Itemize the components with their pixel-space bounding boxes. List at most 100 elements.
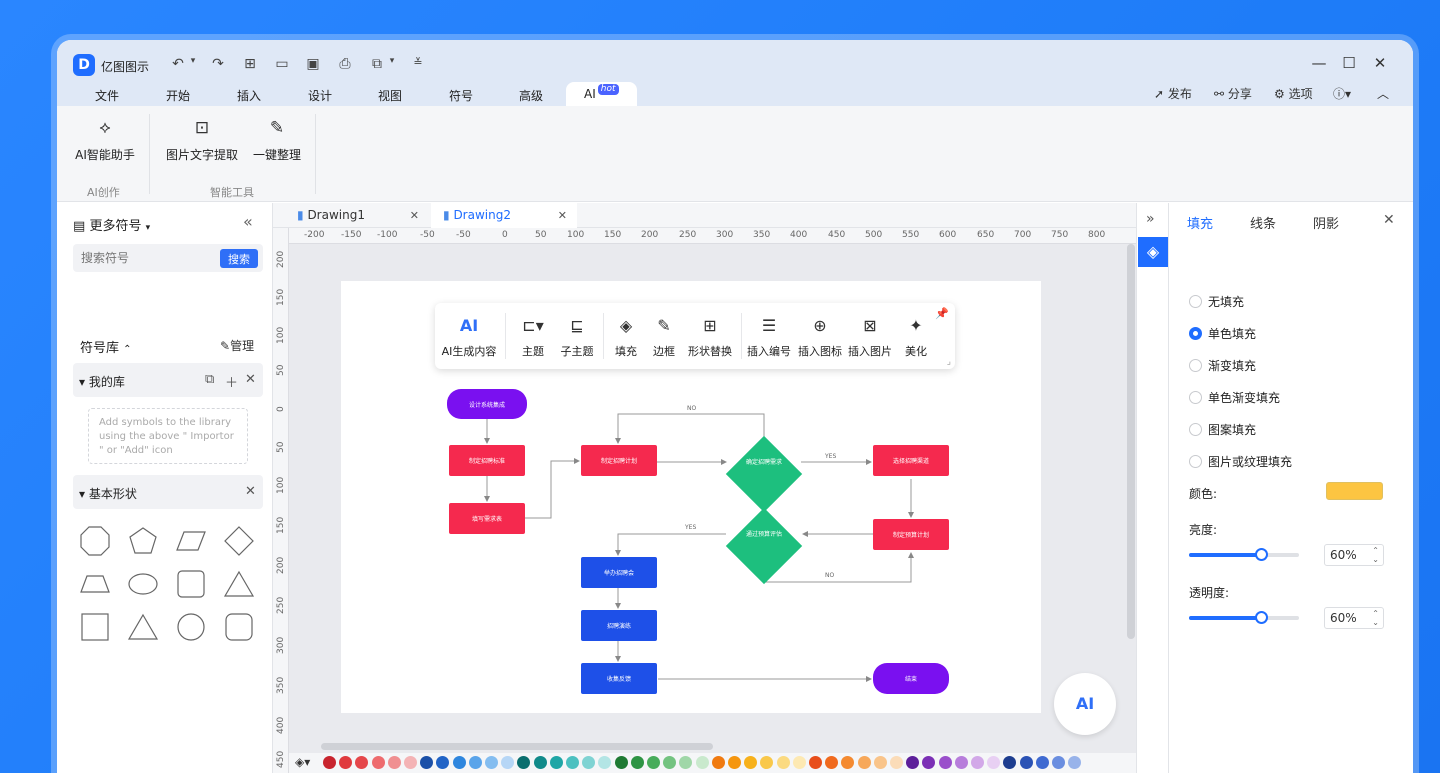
color-swatch[interactable] <box>695 756 709 769</box>
open-icon[interactable]: ▭ <box>273 56 291 72</box>
color-swatch[interactable] <box>517 756 531 769</box>
color-swatch[interactable] <box>873 756 887 769</box>
add-icon[interactable]: ＋ <box>225 372 238 391</box>
color-swatch[interactable] <box>760 756 774 769</box>
circle-shape[interactable] <box>175 611 207 643</box>
close-icon[interactable]: ✕ <box>1370 54 1390 72</box>
color-swatch[interactable] <box>1019 756 1033 769</box>
color-swatch[interactable] <box>614 756 628 769</box>
color-swatch[interactable] <box>1035 756 1049 769</box>
manage-button[interactable]: ✎管理 <box>220 337 254 354</box>
color-picker[interactable] <box>1326 482 1383 500</box>
theme-button[interactable]: ⊏▾ 主题 <box>515 315 551 359</box>
tab-drawing2[interactable]: ▮ Drawing2 ✕ <box>431 203 577 228</box>
color-swatch[interactable] <box>630 756 644 769</box>
slider-handle[interactable] <box>1255 611 1268 624</box>
color-swatch[interactable] <box>468 756 482 769</box>
menu-symbol[interactable]: 符号 <box>449 87 473 104</box>
flow-node[interactable]: 招聘演练 <box>581 610 657 641</box>
color-swatch[interactable] <box>711 756 725 769</box>
help-button[interactable]: ⓘ▾ <box>1333 85 1351 102</box>
close-icon[interactable]: ✕ <box>1383 212 1395 228</box>
import-icon[interactable]: ⧉ <box>205 372 214 387</box>
color-swatch[interactable] <box>452 756 466 769</box>
color-swatch[interactable] <box>809 756 822 769</box>
flow-node-end[interactable]: 结束 <box>873 663 949 694</box>
opacity-input[interactable]: 60% ⌃ ⌄ <box>1324 607 1384 629</box>
flow-node[interactable]: 制定招聘标准 <box>449 445 525 476</box>
ai-assistant-bubble[interactable]: AI <box>1054 673 1116 735</box>
color-swatch[interactable] <box>355 756 369 769</box>
collapse-ribbon-icon[interactable]: ︿ <box>1377 85 1389 102</box>
fill-panel-icon[interactable]: ◈ <box>1138 237 1168 267</box>
pin-icon[interactable]: 📌 <box>935 307 949 320</box>
color-swatch[interactable] <box>566 756 579 769</box>
color-swatch[interactable] <box>679 756 693 769</box>
menu-start[interactable]: 开始 <box>166 87 190 104</box>
tab-fill[interactable]: 填充 <box>1187 213 1213 232</box>
color-swatch[interactable] <box>792 756 806 769</box>
fill-bucket-icon[interactable]: ◈▾ <box>295 755 310 769</box>
color-swatch[interactable] <box>922 756 936 769</box>
fill-gradient-option[interactable]: 渐变填充 <box>1189 357 1256 374</box>
diamond-shape[interactable] <box>223 525 255 557</box>
parallelogram-shape[interactable] <box>175 525 207 557</box>
color-swatch[interactable] <box>582 756 596 769</box>
search-button[interactable]: 搜索 <box>220 249 258 268</box>
opacity-slider[interactable] <box>1189 611 1299 624</box>
new-icon[interactable]: ⊞ <box>241 56 259 72</box>
minimize-icon[interactable]: — <box>1309 54 1329 72</box>
color-swatch[interactable] <box>857 756 871 769</box>
close-tab-icon[interactable]: ✕ <box>410 203 419 228</box>
color-swatch[interactable] <box>841 756 855 769</box>
pentagon-shape[interactable] <box>127 525 159 557</box>
my-library-header[interactable]: ▾ 我的库 ⧉ ＋ ✕ <box>73 363 263 397</box>
color-swatch[interactable] <box>971 756 984 769</box>
tab-shadow[interactable]: 阴影 <box>1313 213 1339 232</box>
square-shape[interactable] <box>79 611 111 643</box>
collapse-panel-icon[interactable]: « <box>243 212 253 231</box>
color-swatch[interactable] <box>420 756 434 769</box>
close-tab-icon[interactable]: ✕ <box>558 203 567 228</box>
insert-image-button[interactable]: ⊠ 插入图片 <box>847 315 893 359</box>
export-dropdown-icon[interactable]: ▾ <box>383 56 401 66</box>
horizontal-scrollbar[interactable] <box>321 743 713 750</box>
color-swatch[interactable] <box>938 756 952 769</box>
menu-file[interactable]: 文件 <box>95 87 119 104</box>
flow-node[interactable]: 举办招聘会 <box>581 557 657 588</box>
share-button[interactable]: ⚯ 分享 <box>1214 85 1252 102</box>
color-swatch[interactable] <box>501 756 515 769</box>
color-swatch[interactable] <box>987 756 1001 769</box>
close-icon[interactable]: ✕ <box>245 484 256 499</box>
color-swatch[interactable] <box>906 756 920 769</box>
brightness-slider[interactable] <box>1189 548 1299 561</box>
color-swatch[interactable] <box>776 756 790 769</box>
fill-mono-gradient-option[interactable]: 单色渐变填充 <box>1189 389 1280 406</box>
close-icon[interactable]: ✕ <box>245 372 256 387</box>
insert-icon-button[interactable]: ⊕ 插入图标 <box>797 315 843 359</box>
color-swatch[interactable] <box>339 756 353 769</box>
color-swatch[interactable] <box>1003 756 1017 769</box>
ellipse-shape[interactable] <box>127 568 159 600</box>
menu-view[interactable]: 视图 <box>378 87 402 104</box>
redo-icon[interactable]: ↷ <box>209 56 227 72</box>
more-symbols-title[interactable]: ▤ 更多符号 ▾ <box>73 215 150 234</box>
color-swatch[interactable] <box>728 756 741 769</box>
flow-node[interactable]: 收集反馈 <box>581 663 657 694</box>
color-swatch[interactable] <box>890 756 903 769</box>
fill-pattern-option[interactable]: 图案填充 <box>1189 421 1256 438</box>
beautify-button[interactable]: ✦ 美化 <box>901 315 931 359</box>
menu-ai[interactable]: AI hot <box>566 82 637 106</box>
vertical-scrollbar[interactable] <box>1127 244 1135 639</box>
color-swatch[interactable] <box>1068 756 1082 769</box>
color-swatch[interactable] <box>598 756 612 769</box>
stepper-icon[interactable]: ⌃ ⌄ <box>1372 609 1379 627</box>
fill-none-option[interactable]: 无填充 <box>1189 293 1244 310</box>
resize-grip-icon[interactable]: ⌟ <box>947 357 951 367</box>
menu-insert[interactable]: 插入 <box>237 87 261 104</box>
maximize-icon[interactable]: ☐ <box>1339 54 1359 72</box>
tab-drawing1[interactable]: ▮ Drawing1 ✕ <box>285 203 419 228</box>
slider-handle[interactable] <box>1255 548 1268 561</box>
menu-advanced[interactable]: 高级 <box>519 87 543 104</box>
print-icon[interactable]: ⎙ <box>336 56 354 72</box>
